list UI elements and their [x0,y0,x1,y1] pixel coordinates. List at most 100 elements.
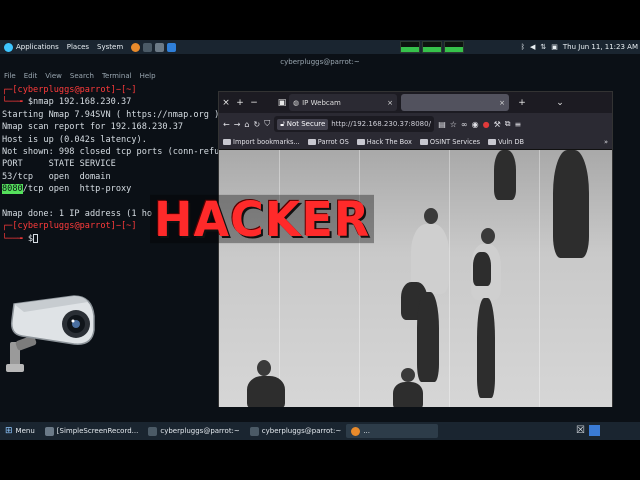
home-icon[interactable]: ⌂ [244,120,249,129]
url-text[interactable]: http://192.168.230.37:8080/ [331,120,431,128]
bookmark-parrot-os[interactable]: Parrot OS [307,138,349,146]
cpu-graph [400,41,420,53]
clock[interactable]: Thu Jun 11, 11:23 AM [563,43,638,51]
hamburger-menu-icon[interactable]: ≡ [514,120,521,129]
output-line: Nmap done: 1 IP address (1 ho [2,209,153,220]
bookmark-vuln-db[interactable]: Vuln DB [488,138,524,146]
files-launcher-icon[interactable] [155,42,165,52]
close-window-icon[interactable]: × [219,98,233,108]
taskbar-item-terminal-1[interactable]: cyberpluggs@parrot:~ [143,424,244,438]
url-bar[interactable]: 🔓︎ Not Secure http://192.168.230.37:8080… [274,116,435,132]
terminal-menu-file[interactable]: File [4,72,16,80]
ublock-icon[interactable]: ● [483,120,490,129]
taskbar-item-label: ... [363,427,370,435]
network-icon[interactable]: ⇅ [540,43,546,51]
bookmark-label: Import bookmarks... [233,138,300,146]
bookmark-label: Parrot OS [317,138,349,146]
parrot-logo-icon [4,42,13,52]
prompt-user: [cyberpluggs@parrot]−[~] [12,221,137,232]
grid-icon: ⊞ [5,426,13,436]
bottom-taskbar: ⊞ Menu [SimpleScreenRecord... cyberplugg… [0,422,640,440]
navigation-bar: ← → ⌂ ↻ ⛉ 🔓︎ Not Secure http://192.168.2… [219,113,612,135]
output-line: PORT STATE SERVICE [2,159,116,170]
bookmark-hack-the-box[interactable]: Hack The Box [356,138,412,146]
not-secure-badge[interactable]: 🔓︎ Not Secure [277,118,329,130]
terminal-menu-search[interactable]: Search [70,72,94,80]
prompt-user: [cyberpluggs@parrot]−[~] [12,85,137,95]
terminal-menu-terminal[interactable]: Terminal [102,72,132,80]
vscode-launcher-icon[interactable] [167,42,177,52]
applications-label: Applications [16,43,59,51]
network-graph [444,41,464,53]
taskbar-item-firefox[interactable]: ... [346,424,439,438]
volume-icon[interactable]: ◀ [530,43,535,51]
taskbar-item-screenrecorder[interactable]: [SimpleScreenRecord... [40,424,144,438]
output-line: 53/tcp open domain [2,171,111,182]
output-line: Starting Nmap 7.94SVN ( https://nmap.org… [2,109,230,120]
terminal-title: cyberpluggs@parrot:~ [280,58,360,66]
places-label: Places [66,43,90,51]
system-tray: ᛒ ◀ ⇅ ▣ Thu Jun 11, 11:23 AM [521,40,638,54]
firefox-icon [351,426,361,436]
notifications-icon[interactable]: ▣ [551,43,558,51]
tools-icon[interactable]: ⚒ [494,120,501,129]
taskbar-item-label: cyberpluggs@parrot:~ [261,427,342,435]
reload-icon[interactable]: ↻ [253,120,260,129]
terminal-launcher-icon[interactable] [143,42,153,52]
workspace-1[interactable] [589,425,600,436]
workspace-switcher: ☒ [576,425,600,436]
close-tab-icon[interactable]: × [387,99,393,107]
firefox-window[interactable]: × + − ▣ ◍ IP Webcam × × + ⌄ ← → ⌂ ↻ ⛉ 🔓︎… [218,91,613,407]
tab-bar: × + − ▣ ◍ IP Webcam × × + ⌄ [219,92,612,113]
extension-icon[interactable]: ∞ [461,120,468,129]
maximize-window-icon[interactable]: + [233,98,247,108]
tab-blank[interactable]: × [401,94,509,111]
close-tab-icon[interactable]: × [499,99,505,107]
hacker-overlay-text: HACKER [150,194,375,244]
more-bookmarks-icon[interactable]: » [604,138,608,146]
minimize-window-icon[interactable]: − [247,98,261,108]
new-tab-button[interactable]: + [515,98,529,108]
taskbar-item-label: cyberpluggs@parrot:~ [160,427,240,435]
menu-button[interactable]: ⊞ Menu [0,424,40,438]
import-icon [223,139,231,145]
window-icon [44,426,54,436]
terminal-menubar: File Edit View Search Terminal Help [0,70,640,82]
back-arrow-icon[interactable]: ← [223,120,230,129]
launchers [127,40,180,54]
terminal-menu-view[interactable]: View [45,72,62,80]
terminal-menu-help[interactable]: Help [140,72,156,80]
firefox-launcher-icon[interactable] [131,42,141,52]
terminal-menu-edit[interactable]: Edit [24,72,38,80]
system-menu[interactable]: System [93,40,127,54]
system-label: System [97,43,124,51]
bookmark-star-icon[interactable]: ☆ [450,120,457,129]
workspace-icon[interactable]: ☒ [576,425,585,436]
output-line: Not shown: 998 closed tcp ports (conn-re… [2,147,230,158]
forward-arrow-icon[interactable]: → [234,120,241,129]
tab-overview-icon[interactable]: ▣ [275,98,289,108]
terminal-icon [249,426,259,436]
globe-icon: ◍ [293,98,300,107]
not-secure-label: Not Secure [286,120,326,128]
nmap-command: $nmap 192.168.230.37 [27,97,132,108]
highlighted-port: 8080 [2,184,23,195]
bookmark-osint[interactable]: OSINT Services [419,138,480,146]
places-menu[interactable]: Places [63,40,93,54]
taskbar-item-label: [SimpleScreenRecord... [56,427,139,435]
account-icon[interactable]: ◉ [472,120,479,129]
tab-ip-webcam[interactable]: ◍ IP Webcam × [289,94,397,111]
taskbar-item-terminal-2[interactable]: cyberpluggs@parrot:~ [245,424,346,438]
bookmark-label: Vuln DB [498,138,525,146]
menu-label: Menu [15,427,35,435]
extensions-puzzle-icon[interactable]: ⧉ [505,119,511,129]
reader-view-icon[interactable]: ▤ [438,120,446,129]
webcam-feed [219,150,612,407]
list-tabs-icon[interactable]: ⌄ [553,98,567,108]
lock-warning-icon: 🔓︎ [280,119,285,128]
bookmark-import[interactable]: Import bookmarks... [223,138,300,146]
bluetooth-icon[interactable]: ᛒ [521,43,525,51]
applications-menu[interactable]: Applications [0,40,63,54]
output-line: Nmap scan report for 192.168.230.37 [2,122,184,133]
shield-icon[interactable]: ⛉ [264,119,270,129]
